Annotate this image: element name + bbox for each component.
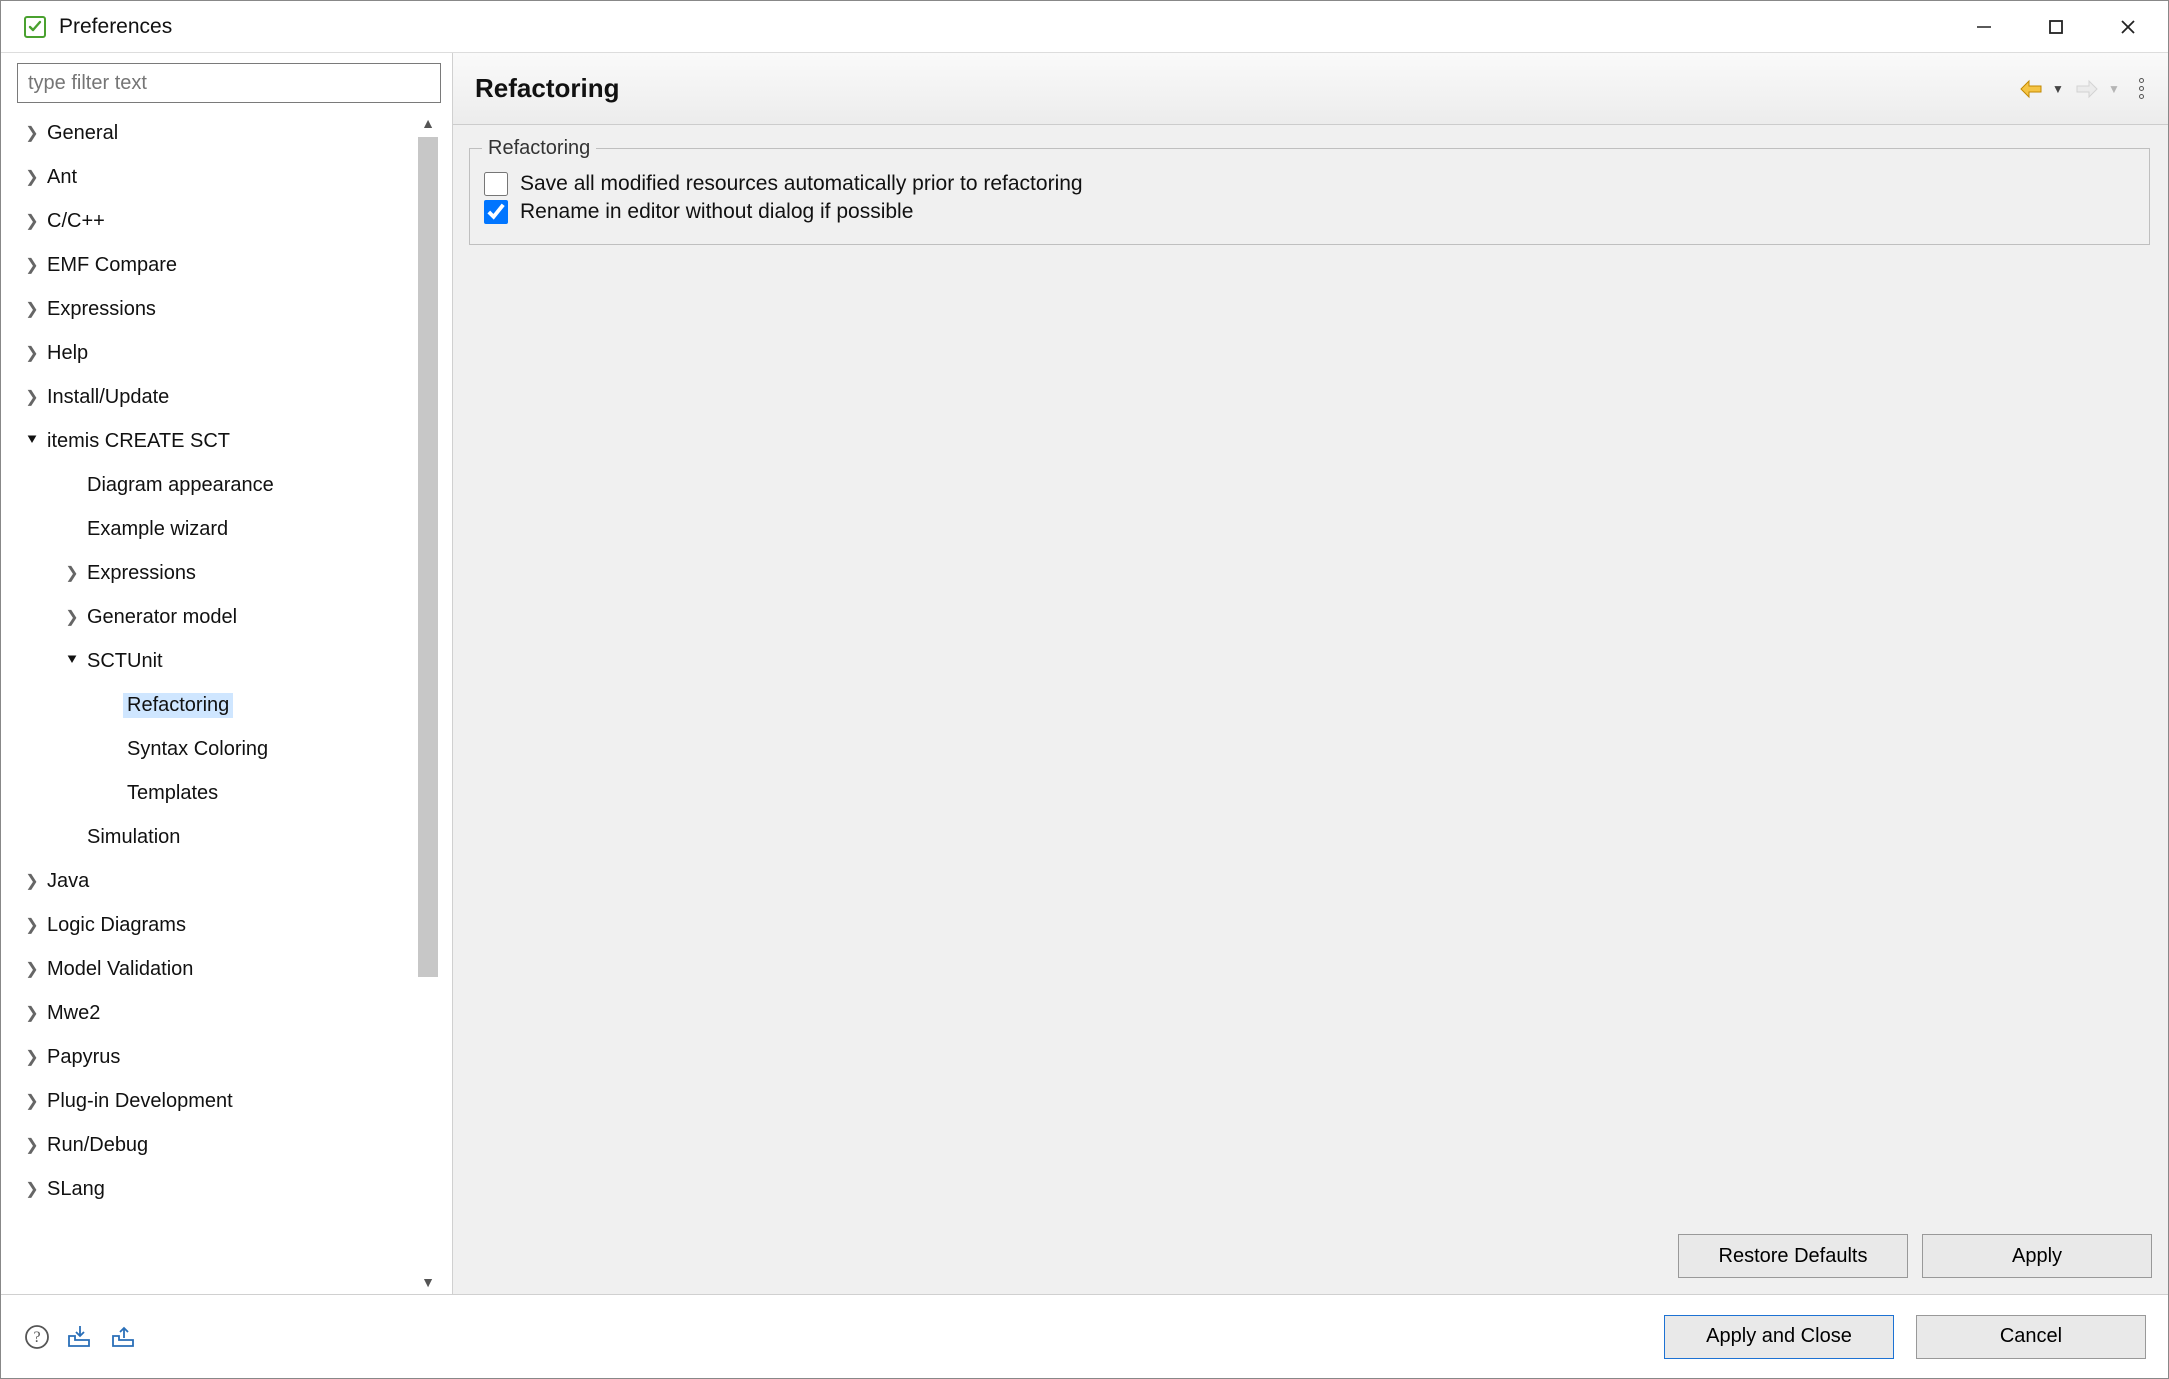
- titlebar: Preferences: [1, 1, 2168, 53]
- nav-back-dropdown[interactable]: ▼: [2051, 82, 2065, 96]
- tree-scrollbar[interactable]: ▲ ▼: [416, 111, 440, 1294]
- view-menu-button[interactable]: [2139, 78, 2144, 99]
- apply-and-close-button[interactable]: Apply and Close: [1664, 1315, 1894, 1359]
- svg-text:?: ?: [33, 1329, 40, 1346]
- tree-item-ant[interactable]: ❯Ant: [17, 155, 420, 199]
- tree-item-install-update[interactable]: ❯Install/Update: [17, 375, 420, 419]
- nav-back-button[interactable]: [2017, 75, 2045, 103]
- sidebar: ❯General ❯Ant ❯C/C++ ❯EMF Compare ❯Expre…: [1, 53, 453, 1294]
- save-all-label: Save all modified resources automaticall…: [520, 172, 1083, 196]
- page-button-row: Restore Defaults Apply: [453, 1226, 2168, 1294]
- tree-item-itemis[interactable]: ⯆itemis CREATE SCT: [17, 419, 420, 463]
- nav-forward-dropdown[interactable]: ▼: [2107, 82, 2121, 96]
- preferences-window: Preferences ❯General ❯Ant ❯C/C++ ❯EMF Co…: [0, 0, 2169, 1379]
- tree-item-example-wizard[interactable]: ❯Example wizard: [17, 507, 420, 551]
- tree-item-itemis-expressions[interactable]: ❯Expressions: [17, 551, 420, 595]
- import-prefs-icon[interactable]: [65, 1324, 95, 1350]
- tree-item-general[interactable]: ❯General: [17, 111, 420, 155]
- app-icon: [21, 13, 49, 41]
- scroll-thumb[interactable]: [418, 137, 438, 977]
- apply-button[interactable]: Apply: [1922, 1234, 2152, 1278]
- window-maximize-button[interactable]: [2020, 3, 2092, 51]
- page-header: Refactoring ▼ ▼: [453, 53, 2168, 125]
- rename-inline-checkbox[interactable]: [484, 200, 508, 224]
- scroll-down-icon[interactable]: ▼: [416, 1270, 440, 1294]
- tree-item-ccpp[interactable]: ❯C/C++: [17, 199, 420, 243]
- tree-item-plugin-development[interactable]: ❯Plug-in Development: [17, 1079, 420, 1123]
- help-icon[interactable]: ?: [23, 1323, 51, 1351]
- dialog-body: ❯General ❯Ant ❯C/C++ ❯EMF Compare ❯Expre…: [1, 53, 2168, 1294]
- tree-item-generator-model[interactable]: ❯Generator model: [17, 595, 420, 639]
- save-all-checkbox[interactable]: [484, 172, 508, 196]
- tree-item-sctunit[interactable]: ⯆SCTUnit: [17, 639, 420, 683]
- tree-item-java[interactable]: ❯Java: [17, 859, 420, 903]
- tree-item-run-debug[interactable]: ❯Run/Debug: [17, 1123, 420, 1167]
- tree-item-refactoring[interactable]: ❯Refactoring: [17, 683, 420, 727]
- tree-item-slang[interactable]: ❯SLang: [17, 1167, 420, 1211]
- tree-item-templates[interactable]: ❯Templates: [17, 771, 420, 815]
- tree-item-simulation[interactable]: ❯Simulation: [17, 815, 420, 859]
- refactoring-group: Refactoring Save all modified resources …: [469, 137, 2150, 245]
- window-title: Preferences: [59, 15, 172, 39]
- dialog-footer: ? Apply and Close Cancel: [1, 1294, 2168, 1378]
- cancel-button[interactable]: Cancel: [1916, 1315, 2146, 1359]
- tree-item-help[interactable]: ❯Help: [17, 331, 420, 375]
- window-minimize-button[interactable]: [1948, 3, 2020, 51]
- scroll-up-icon[interactable]: ▲: [416, 111, 440, 135]
- group-legend: Refactoring: [482, 137, 596, 160]
- tree-item-papyrus[interactable]: ❯Papyrus: [17, 1035, 420, 1079]
- restore-defaults-button[interactable]: Restore Defaults: [1678, 1234, 1908, 1278]
- tree-item-model-validation[interactable]: ❯Model Validation: [17, 947, 420, 991]
- filter-input[interactable]: [17, 63, 441, 103]
- tree-item-mwe2[interactable]: ❯Mwe2: [17, 991, 420, 1035]
- tree-item-expressions[interactable]: ❯Expressions: [17, 287, 420, 331]
- nav-forward-button[interactable]: [2073, 75, 2101, 103]
- tree-item-logic-diagrams[interactable]: ❯Logic Diagrams: [17, 903, 420, 947]
- tree-item-syntax-coloring[interactable]: ❯Syntax Coloring: [17, 727, 420, 771]
- window-close-button[interactable]: [2092, 3, 2164, 51]
- export-prefs-icon[interactable]: [109, 1324, 139, 1350]
- rename-inline-label: Rename in editor without dialog if possi…: [520, 200, 913, 224]
- tree-item-diagram-appearance[interactable]: ❯Diagram appearance: [17, 463, 420, 507]
- main-panel: Refactoring ▼ ▼ Refactoring: [453, 53, 2168, 1294]
- preferences-tree[interactable]: ❯General ❯Ant ❯C/C++ ❯EMF Compare ❯Expre…: [17, 111, 440, 1294]
- tree-item-emf-compare[interactable]: ❯EMF Compare: [17, 243, 420, 287]
- page-content: Refactoring Save all modified resources …: [453, 125, 2168, 1226]
- page-title: Refactoring: [475, 73, 619, 104]
